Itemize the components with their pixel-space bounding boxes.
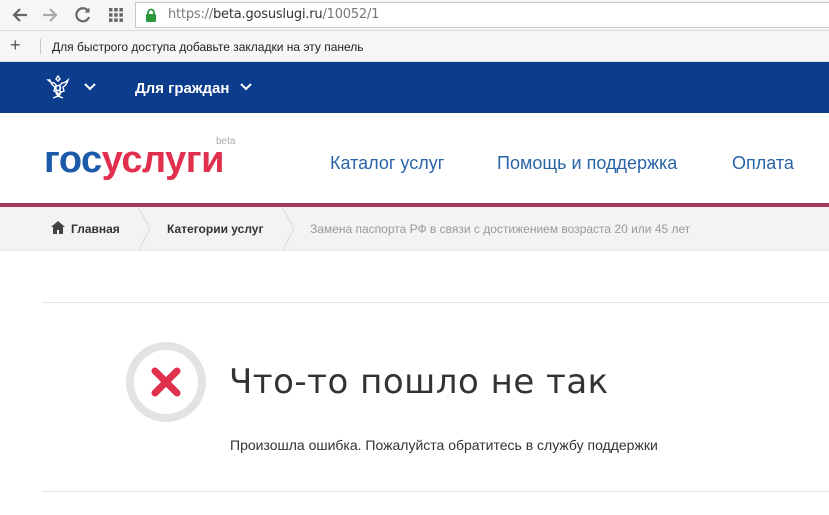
nav-help-link[interactable]: Помощь и поддержка [497, 153, 677, 174]
nav-payment-link[interactable]: Оплата [732, 153, 794, 174]
breadcrumb-separator [281, 207, 295, 251]
chevron-down-icon[interactable] [84, 80, 96, 94]
lock-icon [146, 8, 156, 22]
address-bar[interactable]: https://beta.gosuslugi.ru/10052/1 [135, 2, 829, 28]
error-title: Что-то пошло не так [229, 362, 609, 402]
breadcrumb: Главная Категории услуг Замена паспорта … [0, 207, 829, 251]
error-description: Произошла ошибка. Пожалуйста обратитесь … [230, 437, 658, 453]
add-bookmark-icon[interactable]: + [10, 35, 21, 55]
bookmarks-hint: Для быстрого доступа добавьте закладки н… [52, 40, 364, 54]
apps-grid-icon[interactable] [106, 5, 126, 25]
logo-part-uslugi: услуги [101, 139, 225, 181]
forward-arrow-icon[interactable] [40, 5, 60, 25]
bookmarks-bar: + Для быстрого доступа добавьте закладки… [0, 31, 829, 62]
content-divider-top [42, 302, 829, 303]
logo-part-gos: гос [44, 139, 102, 181]
breadcrumb-categories[interactable]: Категории услуг [167, 222, 263, 236]
bookmarks-divider [40, 39, 41, 54]
reload-icon[interactable] [73, 5, 93, 25]
breadcrumb-home[interactable]: Главная [71, 222, 120, 236]
error-icon [126, 342, 206, 422]
nav-catalog-link[interactable]: Каталог услуг [330, 153, 444, 174]
site-topbar: Для граждан [0, 62, 829, 113]
coat-of-arms-icon[interactable] [42, 71, 74, 103]
chevron-down-icon[interactable] [240, 80, 252, 94]
browser-toolbar: https://beta.gosuslugi.ru/10052/1 [0, 0, 829, 31]
content-divider-bottom [42, 491, 829, 492]
breadcrumb-separator [137, 207, 151, 251]
beta-tag: beta [216, 136, 236, 147]
url-text: https://beta.gosuslugi.ru/10052/1 [168, 7, 380, 22]
back-arrow-icon[interactable] [10, 5, 30, 25]
breadcrumb-current: Замена паспорта РФ в связи с достижением… [310, 222, 691, 236]
home-icon [51, 221, 65, 234]
audience-selector[interactable]: Для граждан [135, 80, 229, 97]
gosuslugi-logo[interactable]: госуслуги [44, 138, 224, 182]
